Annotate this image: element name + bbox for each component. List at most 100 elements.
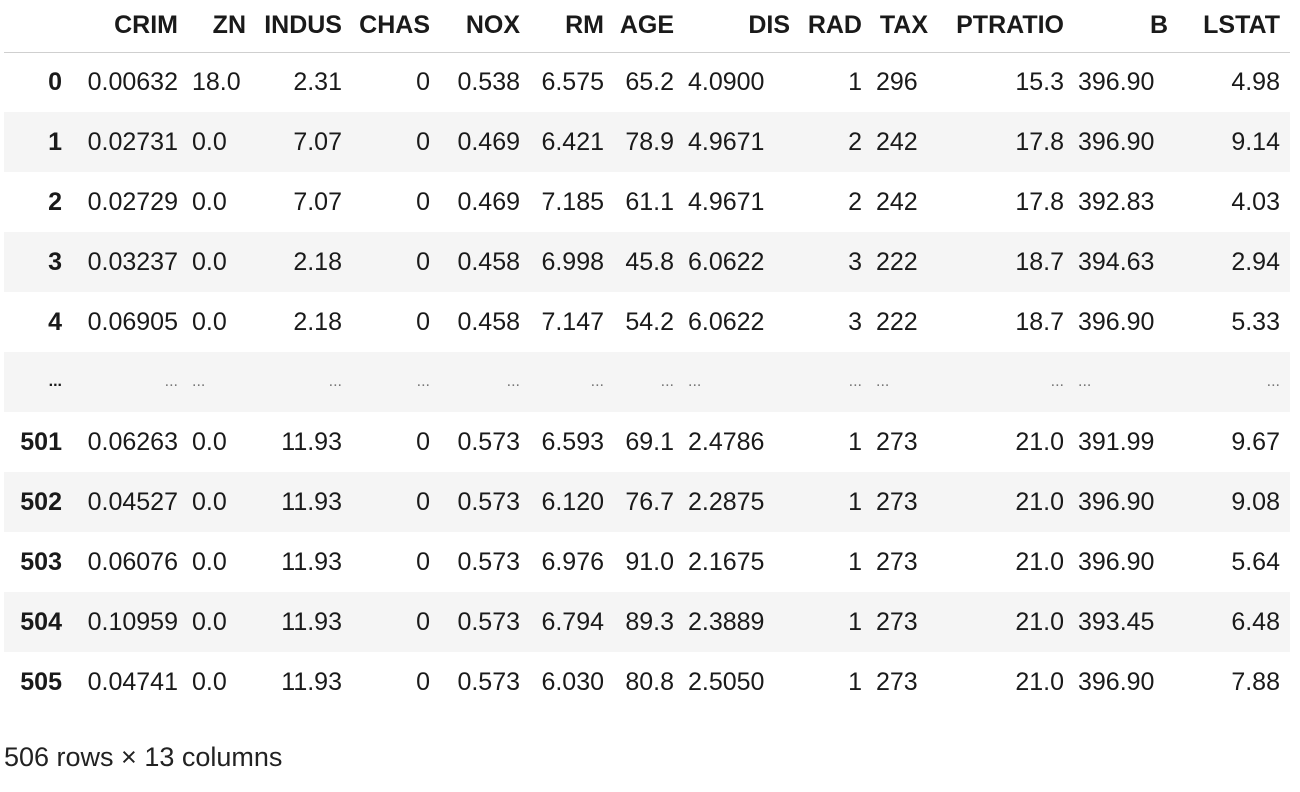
- table-cell: 0.458: [457, 247, 520, 276]
- row-index: 4: [48, 307, 62, 336]
- table-cell: 0: [416, 67, 430, 96]
- table-cell: 6.593: [541, 427, 604, 456]
- table-cell: 0.06905: [87, 307, 178, 336]
- table-cell: 222: [876, 307, 918, 336]
- table-cell: 273: [876, 427, 918, 456]
- table-cell: 0.03237: [87, 247, 178, 276]
- table-cell: 2.3889: [688, 607, 765, 636]
- ellipsis-row: ........................................…: [4, 352, 1290, 412]
- table-cell: 396.90: [1078, 127, 1155, 156]
- table-cell: 393.45: [1078, 607, 1155, 636]
- table-cell: 0.0: [192, 487, 227, 516]
- table-cell: 1: [848, 487, 862, 516]
- table-cell: 0.02729: [87, 187, 178, 216]
- column-header: PTRATIO: [938, 0, 1074, 53]
- table-cell: 0.04741: [87, 667, 178, 696]
- table-cell: 69.1: [625, 427, 674, 456]
- table-cell: 0.469: [457, 127, 520, 156]
- table-cell: 1: [848, 667, 862, 696]
- table-cell: 21.0: [1015, 427, 1064, 456]
- table-cell: 9.67: [1231, 427, 1280, 456]
- table-cell: 7.07: [293, 127, 342, 156]
- table-cell: 2.5050: [688, 667, 765, 696]
- table-cell: 396.90: [1078, 547, 1155, 576]
- table-cell: 396.90: [1078, 307, 1155, 336]
- table-cell: 7.88: [1231, 667, 1280, 696]
- table-cell: ...: [416, 373, 430, 390]
- table-row: 4 0.06905 0.0 2.18 0 0.458 7.147 54.2 6.0622 3 222…: [4, 292, 1290, 352]
- table-cell: 21.0: [1015, 607, 1064, 636]
- table-cell: 273: [876, 607, 918, 636]
- table-cell: 0.573: [457, 607, 520, 636]
- table-cell: 6.794: [541, 607, 604, 636]
- table-cell: 1: [848, 607, 862, 636]
- table-cell: 6.030: [541, 667, 604, 696]
- table-cell: ...: [1266, 373, 1280, 390]
- table-cell: 7.185: [541, 187, 604, 216]
- table-cell: 6.0622: [688, 247, 765, 276]
- table-cell: 0: [416, 607, 430, 636]
- column-header: RAD: [800, 0, 872, 53]
- column-header: NOX: [440, 0, 530, 53]
- table-cell: 21.0: [1015, 487, 1064, 516]
- table-cell: 222: [876, 247, 918, 276]
- table-cell: ...: [1050, 373, 1064, 390]
- table-cell: 0.0: [192, 607, 227, 636]
- table-cell: 296: [876, 67, 918, 96]
- table-cell: ...: [506, 373, 520, 390]
- table-cell: ...: [1078, 373, 1092, 390]
- table-cell: 21.0: [1015, 547, 1064, 576]
- table-cell: 11.93: [281, 487, 342, 516]
- table-cell: 6.421: [541, 127, 604, 156]
- table-cell: 0: [416, 247, 430, 276]
- table-cell: 3: [848, 247, 862, 276]
- row-index: 504: [20, 607, 62, 636]
- table-cell: 89.3: [625, 607, 674, 636]
- table-cell: 0: [416, 487, 430, 516]
- table-cell: ...: [192, 373, 206, 390]
- table-cell: 2.1675: [688, 547, 765, 576]
- table-cell: 0.458: [457, 307, 520, 336]
- table-cell: 18.7: [1015, 247, 1064, 276]
- table-cell: 0.469: [457, 187, 520, 216]
- table-cell: 2.18: [293, 247, 342, 276]
- table-cell: 0: [416, 667, 430, 696]
- table-cell: 273: [876, 487, 918, 516]
- table-cell: 18.0: [192, 67, 241, 96]
- table-cell: 7.147: [541, 307, 604, 336]
- table-cell: 6.575: [541, 67, 604, 96]
- table-cell: 6.0622: [688, 307, 765, 336]
- table-cell: 91.0: [625, 547, 674, 576]
- table-row: 504 0.10959 0.0 11.93 0 0.573 6.794 89.3 2.3889 1…: [4, 592, 1290, 652]
- table-cell: 4.9671: [688, 127, 765, 156]
- table-cell: 273: [876, 667, 918, 696]
- column-header: LSTAT: [1178, 0, 1290, 53]
- row-index: 505: [20, 667, 62, 696]
- header-row: CRIM ZN INDUS CHAS NOX RM AGE DIS RAD TAX PTRATIO B…: [4, 0, 1290, 53]
- table-cell: 0.00632: [87, 67, 178, 96]
- table-cell: 0.573: [457, 427, 520, 456]
- row-index: 3: [48, 247, 62, 276]
- table-cell: 5.64: [1231, 547, 1280, 576]
- table-cell: 2: [848, 187, 862, 216]
- table-cell: 3: [848, 307, 862, 336]
- table-cell: 80.8: [625, 667, 674, 696]
- table-cell: ...: [590, 373, 604, 390]
- table-cell: 15.3: [1015, 67, 1064, 96]
- table-row: 503 0.06076 0.0 11.93 0 0.573 6.976 91.0 2.1675 1…: [4, 532, 1290, 592]
- table-cell: 0.573: [457, 487, 520, 516]
- table-cell: 0: [416, 127, 430, 156]
- table-cell: 7.07: [293, 187, 342, 216]
- table-cell: 9.14: [1231, 127, 1280, 156]
- table-cell: 0: [416, 427, 430, 456]
- table-cell: 2.4786: [688, 427, 765, 456]
- table-cell: 2.31: [293, 67, 342, 96]
- table-row: 2 0.02729 0.0 7.07 0 0.469 7.185 61.1 4.9671 2 242…: [4, 172, 1290, 232]
- table-cell: ...: [848, 373, 862, 390]
- table-cell: 4.0900: [688, 67, 765, 96]
- table-cell: 0.0: [192, 127, 227, 156]
- table-row: 3 0.03237 0.0 2.18 0 0.458 6.998 45.8 6.0622 3 222…: [4, 232, 1290, 292]
- column-header: CHAS: [352, 0, 440, 53]
- table-cell: 0.06076: [87, 547, 178, 576]
- table-body: 0 0.00632 18.0 2.31 0 0.538 6.575 65.2 4.0900 1 29…: [4, 52, 1290, 712]
